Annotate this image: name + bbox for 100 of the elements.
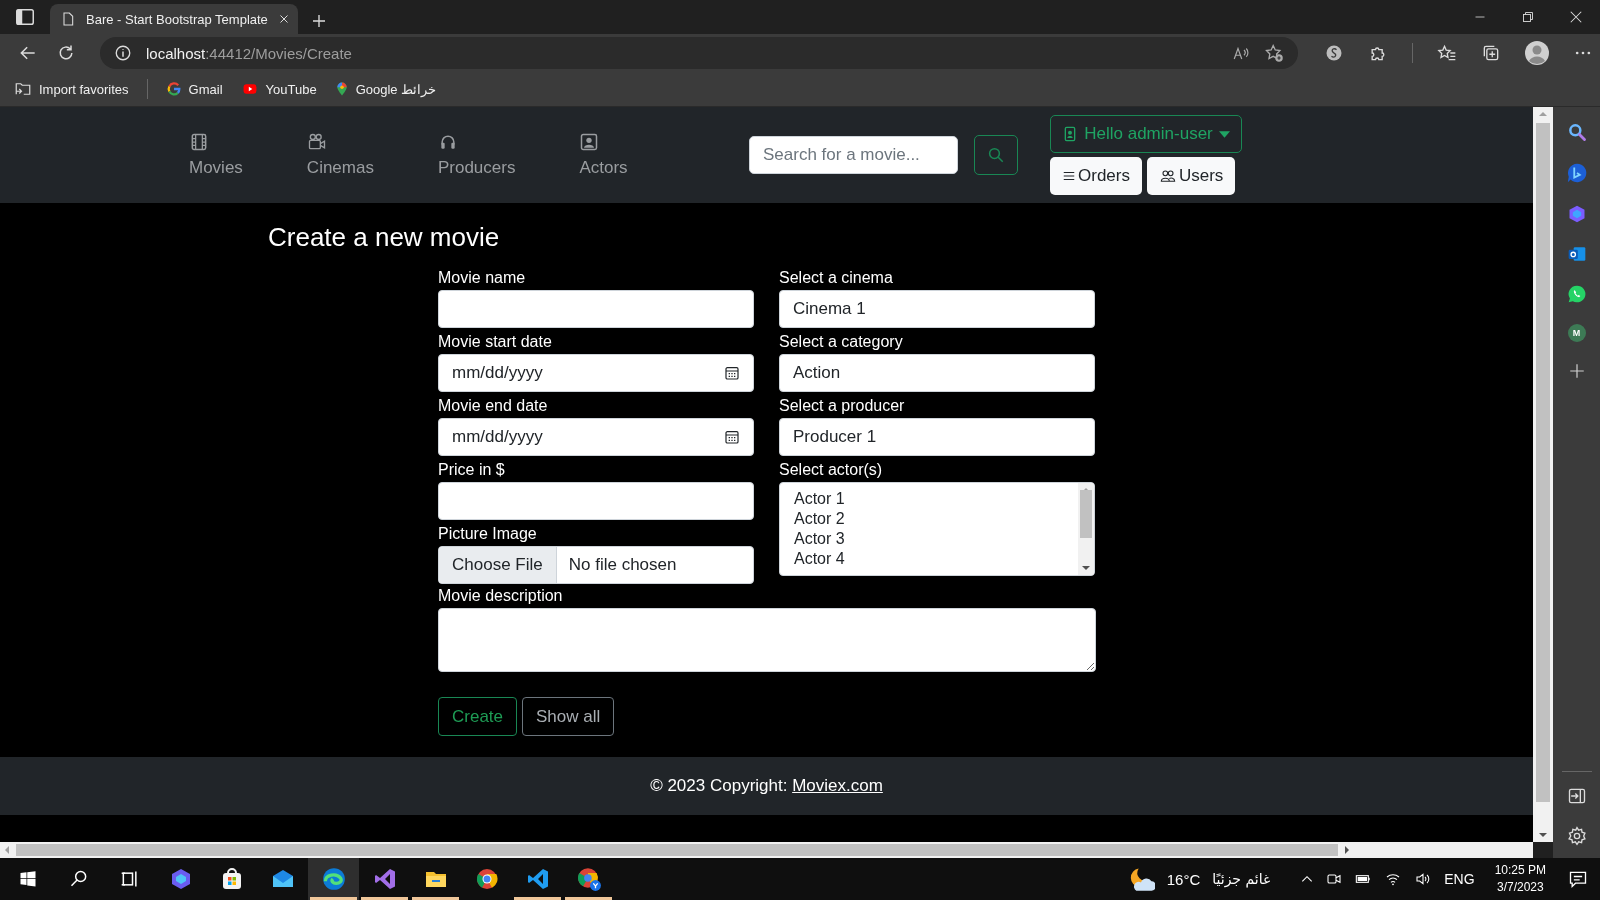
listbox[interactable]: Actor 1 Actor 2 Actor 3 Actor 4 bbox=[779, 482, 1095, 576]
favorite-add-icon[interactable] bbox=[1264, 43, 1284, 63]
notification-icon[interactable] bbox=[1568, 869, 1588, 889]
folder-import-icon bbox=[14, 80, 32, 98]
clock-time[interactable]: 10:25 PM bbox=[1494, 862, 1546, 879]
weather-text: غائم جزئيًا bbox=[1212, 871, 1271, 887]
film-icon bbox=[189, 132, 209, 152]
select-field[interactable]: Cinema 1 bbox=[779, 290, 1095, 328]
field-label: Price in $ bbox=[438, 460, 506, 480]
choose-file-button[interactable]: Choose File bbox=[439, 547, 557, 583]
nav-link[interactable]: Producers bbox=[437, 132, 516, 178]
restore-icon[interactable] bbox=[1522, 11, 1534, 23]
mail-app-icon[interactable] bbox=[1566, 244, 1587, 264]
favorites-icon[interactable] bbox=[1437, 43, 1457, 63]
info-icon[interactable] bbox=[114, 44, 132, 62]
sidebar-panel-icon[interactable] bbox=[1566, 786, 1587, 806]
file-status-text: No file chosen bbox=[567, 555, 677, 575]
address-bar[interactable]: localhost:44412/Movies/Create bbox=[100, 37, 1298, 69]
page-icon bbox=[60, 11, 76, 27]
field-label: Picture Image bbox=[438, 524, 538, 544]
list-option[interactable]: Actor 4 bbox=[794, 549, 1064, 569]
nav-link[interactable]: Actors bbox=[579, 132, 628, 178]
text-field[interactable] bbox=[438, 290, 754, 328]
wave-icon bbox=[320, 866, 347, 892]
select-field[interactable]: Action bbox=[779, 354, 1095, 392]
nav-link[interactable]: Movies bbox=[189, 132, 243, 178]
ribbon-icon bbox=[372, 867, 397, 891]
people-icon bbox=[1158, 168, 1177, 184]
field-label: Movie start date bbox=[438, 332, 553, 352]
field-label: Movie description bbox=[438, 586, 564, 606]
show-all-button[interactable]: Show all bbox=[522, 697, 615, 736]
ribbon-icon bbox=[525, 867, 550, 891]
list-option[interactable]: Actor 3 bbox=[794, 529, 1064, 549]
list-option[interactable]: Actor 2 bbox=[794, 509, 1064, 529]
close-icon[interactable] bbox=[277, 13, 290, 25]
video-camera-icon bbox=[306, 132, 327, 152]
nav-button[interactable]: Orders bbox=[1050, 157, 1142, 195]
ring-icon bbox=[474, 867, 499, 891]
footer-link[interactable]: Moviex.com bbox=[792, 776, 883, 795]
taskbar-button[interactable] bbox=[308, 858, 359, 900]
field-label: Select a category bbox=[779, 332, 904, 352]
settings-icon[interactable] bbox=[1566, 826, 1587, 846]
google-icon bbox=[165, 81, 182, 97]
collections-icon[interactable] bbox=[1481, 43, 1501, 63]
chat-phone-icon[interactable] bbox=[1566, 284, 1587, 304]
clock-date[interactable]: 3/7/2023 bbox=[1496, 879, 1544, 896]
text-field[interactable] bbox=[438, 482, 754, 520]
caret-icon bbox=[1218, 130, 1230, 138]
ring-icon bbox=[575, 866, 602, 892]
search-field[interactable]: Search for a movie... bbox=[749, 136, 958, 174]
search-icon[interactable] bbox=[68, 869, 89, 889]
horizontal-scrollbar[interactable] bbox=[0, 842, 1533, 858]
nav-link[interactable]: Cinemas bbox=[306, 132, 374, 178]
field-label: Select actor(s) bbox=[779, 460, 884, 480]
temperature-text: 16°C bbox=[1166, 870, 1201, 888]
scrollbar[interactable] bbox=[1078, 483, 1094, 575]
map-pin-icon bbox=[334, 80, 349, 98]
field-label: Movie name bbox=[438, 268, 527, 288]
user-menu-button[interactable]: Hello admin-user bbox=[1050, 115, 1242, 153]
field-label: Movie end date bbox=[438, 396, 549, 416]
date-field[interactable]: mm/dd/yyyy bbox=[438, 418, 754, 456]
field-label: Select a cinema bbox=[779, 268, 894, 288]
windows-logo-icon[interactable] bbox=[18, 870, 37, 888]
field-label: Select a producer bbox=[779, 396, 906, 416]
copyright-text: © 2023 Copyright: Moviex.com bbox=[650, 776, 883, 796]
close-icon[interactable] bbox=[1569, 10, 1583, 24]
list-option[interactable]: Actor 1 bbox=[794, 489, 1064, 509]
window-icon[interactable] bbox=[14, 6, 36, 28]
nav-button[interactable]: Users bbox=[1146, 157, 1236, 195]
search-icon bbox=[987, 146, 1005, 164]
calendar-icon[interactable] bbox=[724, 365, 740, 381]
create-button[interactable]: Create bbox=[438, 697, 518, 736]
list-icon bbox=[1062, 169, 1076, 183]
camera-icon[interactable] bbox=[1326, 871, 1343, 887]
avatar-icon[interactable] bbox=[1525, 41, 1549, 65]
calendar-icon[interactable] bbox=[724, 429, 740, 445]
bookmark-link[interactable]: Google خرائط bbox=[334, 80, 437, 98]
file-field[interactable]: Choose File No file chosen bbox=[438, 546, 754, 584]
scroll-left-icon bbox=[4, 846, 10, 854]
scroll-down-icon bbox=[1539, 832, 1547, 838]
task-view-icon[interactable] bbox=[119, 869, 140, 889]
bookmark-link[interactable]: Gmail bbox=[165, 81, 223, 97]
profile-badge[interactable]: M bbox=[1567, 324, 1586, 342]
portrait-icon bbox=[579, 132, 600, 152]
plus-icon[interactable] bbox=[1567, 362, 1586, 380]
search-button[interactable] bbox=[974, 135, 1018, 175]
plus-icon[interactable] bbox=[310, 12, 328, 30]
scroll-down-icon bbox=[1082, 565, 1090, 571]
scroll-up-icon bbox=[1539, 111, 1547, 117]
scroll-right-icon bbox=[1344, 846, 1350, 854]
chat-bubble-icon[interactable] bbox=[1565, 162, 1588, 184]
vertical-scrollbar[interactable] bbox=[1533, 107, 1553, 842]
bookmark-link[interactable]: Import favorites bbox=[14, 80, 129, 98]
page-title: Create a new movie bbox=[268, 221, 501, 253]
language-indicator[interactable]: ENG bbox=[1444, 871, 1475, 887]
extension-icon[interactable] bbox=[1324, 43, 1344, 63]
bookmark-link[interactable]: YouTube bbox=[240, 81, 317, 97]
date-field[interactable]: mm/dd/yyyy bbox=[438, 354, 754, 392]
browser-tab[interactable]: Bare - Start Bootstrap Template bbox=[50, 4, 298, 34]
select-field[interactable]: Producer 1 bbox=[779, 418, 1095, 456]
